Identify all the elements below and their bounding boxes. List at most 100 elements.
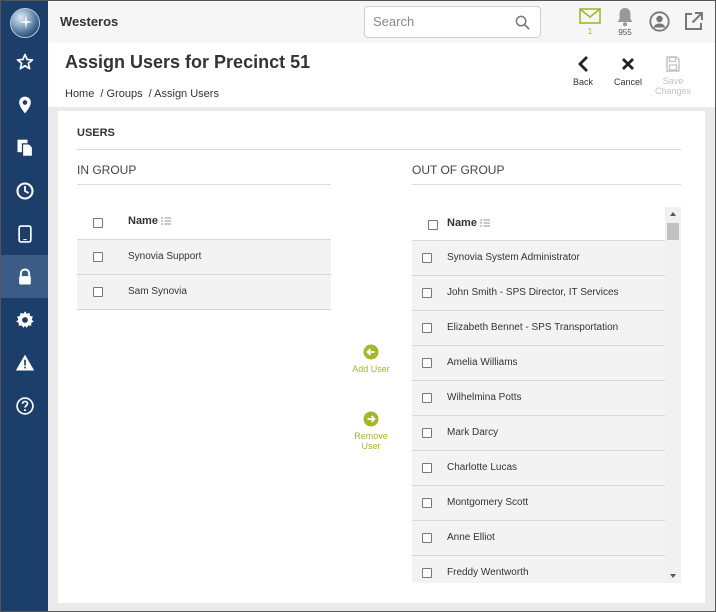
page-title: Assign Users for Precinct 51 — [65, 52, 311, 72]
search-input[interactable] — [373, 14, 503, 29]
table-row[interactable]: Synovia System Administrator — [412, 241, 665, 276]
add-user-label: Add User — [352, 364, 390, 374]
out-of-group-title: OUT OF GROUP — [412, 163, 505, 177]
sidebar-item-help[interactable] — [1, 384, 48, 427]
row-checkbox[interactable] — [93, 252, 103, 262]
main-area: Westeros 1 955 Assign Users for Precinct… — [48, 1, 715, 611]
table-row[interactable]: Charlotte Lucas — [412, 451, 665, 486]
messages-count: 1 — [587, 27, 593, 36]
save-icon — [666, 56, 680, 72]
row-name: Synovia System Administrator — [447, 252, 580, 263]
page-header: Assign Users for Precinct 51 Home / Grou… — [48, 43, 715, 107]
gear-icon — [15, 310, 34, 328]
lock-icon — [18, 267, 31, 284]
select-all-checkbox[interactable] — [93, 218, 103, 228]
row-checkbox[interactable] — [93, 287, 103, 297]
name-column-label: Name — [447, 217, 477, 229]
table-row[interactable]: Freddy Wentworth — [412, 556, 665, 583]
in-group-header: Name — [77, 205, 331, 240]
row-name: Freddy Wentworth — [447, 567, 529, 578]
search-icon[interactable] — [515, 15, 530, 30]
section-divider — [77, 149, 681, 150]
row-name: Elizabeth Bennet - SPS Transportation — [447, 322, 619, 333]
remove-user-button[interactable]: Remove User — [349, 411, 393, 451]
scroll-down-icon[interactable] — [670, 574, 676, 578]
app-logo[interactable] — [10, 8, 40, 38]
sort-icon[interactable] — [160, 217, 171, 225]
table-row[interactable]: Wilhelmina Potts — [412, 381, 665, 416]
star-icon — [16, 53, 33, 69]
breadcrumb-home[interactable]: Home — [65, 88, 94, 100]
tablet-icon — [17, 224, 32, 243]
row-checkbox[interactable] — [422, 358, 432, 368]
vertical-scrollbar[interactable] — [665, 207, 681, 583]
users-panel: USERS IN GROUP OUT OF GROUP Name Synovia… — [58, 111, 705, 603]
search-box[interactable] — [364, 6, 541, 38]
sidebar-item-locations[interactable] — [1, 83, 48, 126]
row-name: Charlotte Lucas — [447, 462, 518, 473]
breadcrumb-groups[interactable]: / Groups — [100, 88, 142, 100]
arrow-right-circle-icon — [363, 411, 379, 427]
row-checkbox[interactable] — [422, 568, 432, 578]
table-row[interactable]: Anne Elliot — [412, 521, 665, 556]
add-user-button[interactable]: Add User — [349, 344, 393, 374]
remove-user-label: Remove User — [354, 431, 388, 451]
clock-icon — [15, 181, 34, 200]
back-button[interactable]: Back — [561, 55, 605, 87]
in-group-title: IN GROUP — [77, 163, 137, 177]
sidebar — [1, 1, 48, 611]
user-avatar-icon — [649, 11, 670, 32]
row-name: Montgomery Scott — [447, 497, 529, 508]
table-row[interactable]: Elizabeth Bennet - SPS Transportation — [412, 311, 665, 346]
select-all-checkbox[interactable] — [428, 220, 438, 230]
scroll-thumb[interactable] — [667, 223, 679, 240]
row-checkbox[interactable] — [422, 393, 432, 403]
save-changes-button[interactable]: Save Changes — [651, 56, 695, 96]
table-row[interactable]: Mark Darcy — [412, 416, 665, 451]
map-pin-icon — [18, 96, 31, 113]
alerts-button[interactable]: 955 — [615, 7, 635, 39]
row-checkbox[interactable] — [422, 253, 432, 263]
scroll-up-icon[interactable] — [670, 212, 676, 216]
row-name: Sam Synovia — [128, 286, 187, 297]
sidebar-item-devices[interactable] — [1, 212, 48, 255]
row-name: Wilhelmina Potts — [447, 392, 522, 403]
table-row[interactable]: John Smith - SPS Director, IT Services — [412, 276, 665, 311]
arrow-left-circle-icon — [363, 344, 379, 360]
alerts-count: 955 — [618, 28, 632, 37]
name-column-header[interactable]: Name — [447, 217, 490, 229]
name-column-header[interactable]: Name — [128, 215, 171, 227]
messages-button[interactable]: 1 — [579, 7, 601, 37]
row-checkbox[interactable] — [422, 533, 432, 543]
table-row[interactable]: Synovia Support — [77, 240, 331, 275]
sort-icon[interactable] — [479, 219, 490, 227]
sidebar-item-settings[interactable] — [1, 298, 48, 341]
profile-button[interactable] — [649, 11, 670, 37]
documents-icon — [17, 139, 33, 157]
row-checkbox[interactable] — [422, 498, 432, 508]
breadcrumb-assign-users: / Assign Users — [148, 88, 219, 100]
table-row[interactable]: Amelia Williams — [412, 346, 665, 381]
in-group-divider — [77, 184, 331, 185]
close-icon — [622, 58, 634, 70]
row-name: Amelia Williams — [447, 357, 518, 368]
out-of-group-list[interactable]: Name Synovia System Administrator John S… — [412, 207, 681, 583]
row-checkbox[interactable] — [422, 323, 432, 333]
app-brand: Westeros — [60, 14, 119, 29]
external-link-button[interactable] — [683, 11, 704, 37]
sidebar-item-favorites[interactable] — [1, 40, 48, 83]
sidebar-item-history[interactable] — [1, 169, 48, 212]
sidebar-item-security[interactable] — [1, 255, 48, 298]
table-row[interactable]: Montgomery Scott — [412, 486, 665, 521]
chevron-left-icon — [578, 56, 588, 72]
cancel-button[interactable]: Cancel — [606, 55, 650, 87]
sidebar-item-alerts[interactable] — [1, 341, 48, 384]
mail-icon — [579, 8, 601, 24]
name-column-label: Name — [128, 215, 158, 227]
help-icon — [15, 396, 34, 415]
sidebar-item-documents[interactable] — [1, 126, 48, 169]
table-row[interactable]: Sam Synovia — [77, 275, 331, 310]
row-checkbox[interactable] — [422, 288, 432, 298]
row-checkbox[interactable] — [422, 463, 432, 473]
row-checkbox[interactable] — [422, 428, 432, 438]
